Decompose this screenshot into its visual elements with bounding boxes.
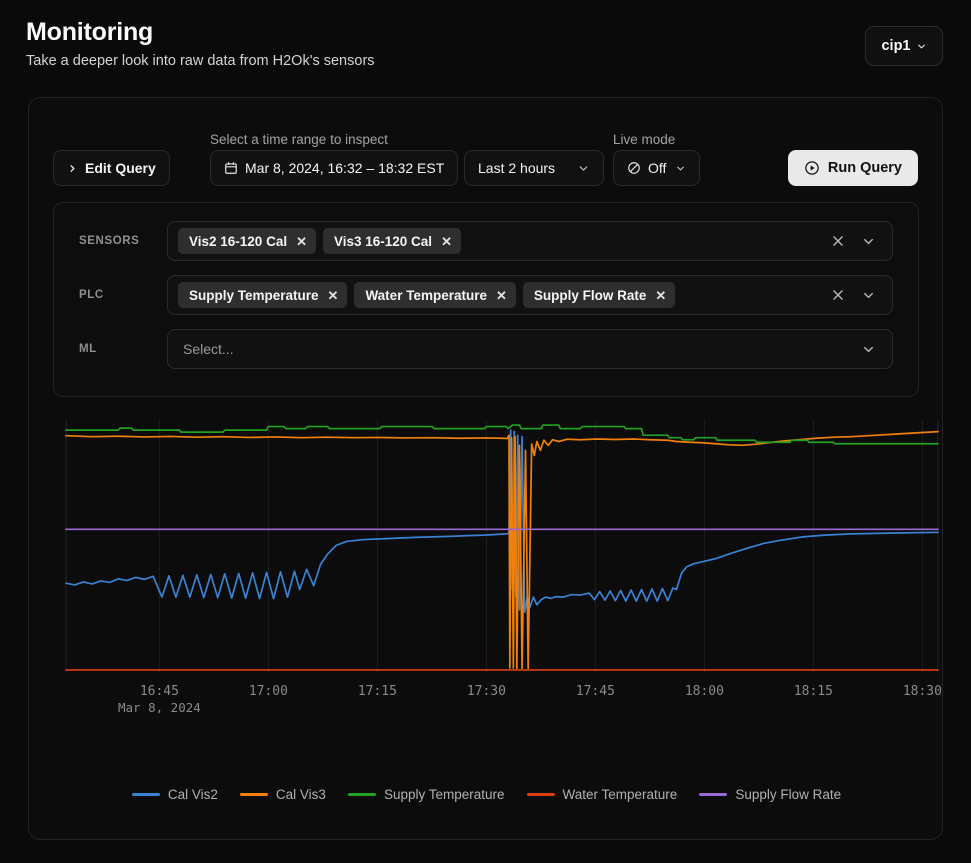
site-select-dropdown[interactable]: cip1 bbox=[865, 26, 943, 66]
query-toolbar: Select a time range to inspect Live mode… bbox=[29, 98, 942, 186]
tag-vis2[interactable]: Vis2 16-120 Cal ✕ bbox=[178, 228, 316, 254]
close-icon[interactable]: ✕ bbox=[328, 289, 339, 302]
svg-text:17:00: 17:00 bbox=[249, 684, 288, 699]
tag-label: Supply Flow Rate bbox=[533, 287, 647, 303]
chevron-down-icon[interactable] bbox=[861, 342, 876, 357]
tag-label: Vis3 16-120 Cal bbox=[333, 233, 433, 249]
legend-item[interactable]: Supply Flow Rate bbox=[699, 787, 841, 802]
tag-label: Vis2 16-120 Cal bbox=[189, 233, 288, 249]
legend-item[interactable]: Cal Vis3 bbox=[239, 787, 326, 802]
legend-label: Supply Flow Rate bbox=[735, 787, 842, 802]
time-range-label: Select a time range to inspect bbox=[210, 132, 388, 147]
legend-swatch bbox=[347, 793, 376, 796]
selector-row-ml: ML Select... bbox=[54, 329, 918, 369]
svg-text:18:30: 18:30 bbox=[903, 684, 942, 699]
circle-slash-icon bbox=[627, 161, 641, 175]
selector-label: ML bbox=[79, 343, 97, 355]
close-icon[interactable]: ✕ bbox=[496, 289, 507, 302]
legend-swatch bbox=[526, 793, 555, 796]
live-mode-value: Off bbox=[648, 160, 667, 176]
svg-text:Mar 8, 2024: Mar 8, 2024 bbox=[118, 700, 201, 715]
sensors-multiselect[interactable]: Vis2 16-120 Cal ✕ Vis3 16-120 Cal ✕ bbox=[167, 221, 893, 261]
ml-placeholder: Select... bbox=[183, 341, 234, 357]
query-card: Select a time range to inspect Live mode… bbox=[28, 97, 943, 840]
tag-water-temperature[interactable]: Water Temperature ✕ bbox=[354, 282, 516, 308]
select-actions bbox=[831, 234, 882, 249]
selector-label: SENSORS bbox=[79, 235, 140, 247]
svg-text:18:15: 18:15 bbox=[794, 684, 833, 699]
tag-supply-temperature[interactable]: Supply Temperature ✕ bbox=[178, 282, 348, 308]
tag-supply-flow-rate[interactable]: Supply Flow Rate ✕ bbox=[522, 282, 676, 308]
range-preset-dropdown[interactable]: Last 2 hours bbox=[464, 150, 604, 186]
page-subtitle: Take a deeper look into raw data from H2… bbox=[26, 52, 375, 69]
edit-query-label: Edit Query bbox=[85, 160, 156, 176]
select-actions bbox=[861, 342, 882, 357]
chevron-down-icon[interactable] bbox=[861, 288, 876, 303]
toolbar-controls: Edit Query Mar 8, 2024, 16:32 – 18:32 ES… bbox=[53, 150, 918, 186]
selector-row-sensors: SENSORS Vis2 16-120 Cal ✕ Vis3 16-120 Ca… bbox=[54, 221, 918, 261]
legend-label: Cal Vis2 bbox=[167, 787, 218, 802]
chevron-down-icon bbox=[577, 162, 590, 175]
chevron-down-icon[interactable] bbox=[861, 234, 876, 249]
legend-swatch bbox=[699, 793, 728, 796]
edit-query-button[interactable]: Edit Query bbox=[53, 150, 170, 186]
live-mode-label: Live mode bbox=[613, 132, 676, 147]
live-mode-dropdown[interactable]: Off bbox=[613, 150, 701, 186]
selectors-panel: SENSORS Vis2 16-120 Cal ✕ Vis3 16-120 Ca… bbox=[53, 202, 919, 397]
legend-label: Water Temperature bbox=[562, 787, 678, 802]
legend-label: Cal Vis3 bbox=[275, 787, 326, 802]
svg-text:18:00: 18:00 bbox=[685, 684, 724, 699]
legend-swatch bbox=[131, 793, 160, 796]
range-preset-value: Last 2 hours bbox=[478, 160, 556, 176]
play-circle-icon bbox=[804, 160, 820, 176]
timeseries-chart[interactable]: 16:45 17:00 17:15 17:30 17:45 18:00 18:15 18:30… bbox=[29, 410, 944, 840]
chevron-down-icon bbox=[916, 41, 927, 52]
select-actions bbox=[831, 288, 882, 303]
svg-text:17:30: 17:30 bbox=[467, 684, 506, 699]
run-query-button[interactable]: Run Query bbox=[787, 150, 918, 186]
header-texts: Monitoring Take a deeper look into raw d… bbox=[26, 18, 865, 69]
clear-all-icon[interactable] bbox=[831, 288, 845, 302]
monitoring-page: Monitoring Take a deeper look into raw d… bbox=[0, 0, 971, 863]
chevron-right-icon bbox=[67, 163, 78, 174]
chart-canvas[interactable]: 16:45 17:00 17:15 17:30 17:45 18:00 18:15 18:30… bbox=[29, 410, 944, 740]
site-select-value: cip1 bbox=[881, 38, 911, 54]
close-icon[interactable]: ✕ bbox=[296, 235, 307, 248]
tag-label: Water Temperature bbox=[365, 287, 487, 303]
close-icon[interactable]: ✕ bbox=[655, 289, 666, 302]
chevron-down-icon bbox=[675, 163, 686, 174]
time-range-picker[interactable]: Mar 8, 2024, 16:32 – 18:32 EST bbox=[210, 150, 459, 186]
legend-item[interactable]: Cal Vis2 bbox=[131, 787, 218, 802]
selector-label: PLC bbox=[79, 289, 104, 301]
legend-item[interactable]: Water Temperature bbox=[526, 787, 678, 802]
run-query-label: Run Query bbox=[827, 160, 902, 176]
page-header: Monitoring Take a deeper look into raw d… bbox=[0, 0, 971, 69]
page-title: Monitoring bbox=[26, 18, 154, 46]
tag-vis3[interactable]: Vis3 16-120 Cal ✕ bbox=[322, 228, 461, 254]
plc-multiselect[interactable]: Supply Temperature ✕ Water Temperature ✕… bbox=[167, 275, 893, 315]
selector-row-plc: PLC Supply Temperature ✕ Water Temperatu… bbox=[54, 275, 918, 315]
chart-legend: Cal Vis2 Cal Vis3 Supply Temperature Water … bbox=[29, 787, 944, 802]
legend-swatch bbox=[239, 793, 268, 796]
time-range-value: Mar 8, 2024, 16:32 – 18:32 EST bbox=[245, 160, 445, 176]
svg-text:16:45: 16:45 bbox=[140, 684, 179, 699]
legend-label: Supply Temperature bbox=[383, 787, 505, 802]
svg-text:17:15: 17:15 bbox=[358, 684, 397, 699]
svg-text:17:45: 17:45 bbox=[576, 684, 615, 699]
clear-all-icon[interactable] bbox=[831, 234, 845, 248]
ml-multiselect[interactable]: Select... bbox=[167, 329, 893, 369]
close-icon[interactable]: ✕ bbox=[441, 235, 452, 248]
legend-item[interactable]: Supply Temperature bbox=[347, 787, 505, 802]
tag-label: Supply Temperature bbox=[189, 287, 319, 303]
calendar-icon bbox=[224, 161, 238, 175]
